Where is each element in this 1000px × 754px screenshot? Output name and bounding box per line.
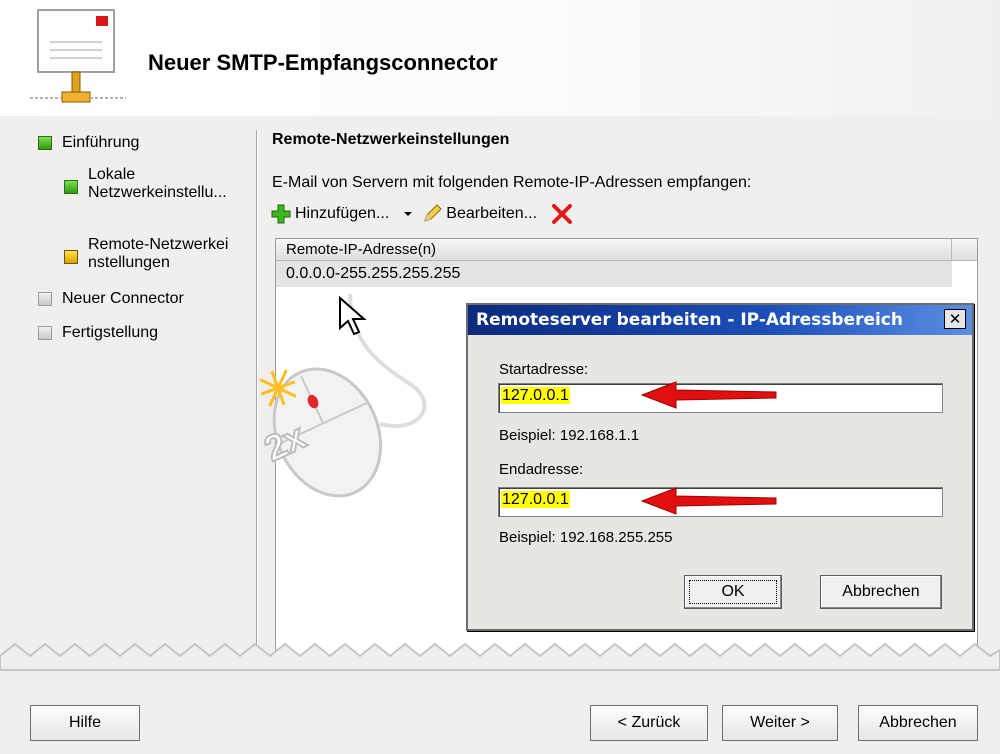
start-address-value: 127.0.0.1 <box>501 387 570 404</box>
dialog-cancel-button[interactable]: Abbrechen <box>820 575 942 609</box>
address-toolbar: Hinzufügen... Bearbeiten... <box>270 200 575 228</box>
mouse-double-click-icon: 2x <box>257 293 427 498</box>
ok-button-label: OK <box>689 580 777 604</box>
wizard-header: Neuer SMTP-Empfangsconnector <box>0 0 1000 116</box>
end-address-value: 127.0.0.1 <box>501 491 570 508</box>
ok-button[interactable]: OK <box>684 575 782 609</box>
torn-edge-divider <box>0 642 1000 670</box>
pending-step-icon <box>38 292 52 306</box>
nav-item-neuer-connector[interactable]: Neuer Connector <box>38 290 184 308</box>
back-button[interactable]: < Zurück <box>590 705 708 741</box>
add-button[interactable]: Hinzufügen... <box>270 203 389 225</box>
completed-step-icon <box>64 180 78 194</box>
wizard-title: Neuer SMTP-Empfangsconnector <box>148 50 498 75</box>
help-button[interactable]: Hilfe <box>30 705 140 741</box>
end-address-example: Beispiel: 192.168.255.255 <box>499 529 673 546</box>
plus-icon <box>271 204 291 224</box>
nav-item-fertigstellung[interactable]: Fertigstellung <box>38 324 158 342</box>
edit-button-label: Bearbeiten... <box>446 205 538 222</box>
pending-step-icon <box>38 326 52 340</box>
chevron-down-icon[interactable] <box>399 203 417 225</box>
edit-button[interactable]: Bearbeiten... <box>421 203 537 225</box>
smtp-connector-icon <box>30 9 126 103</box>
section-title: Remote-Netzwerkeinstellungen <box>272 131 510 148</box>
pencil-icon <box>424 204 442 222</box>
nav-item-label: Fertigstellung <box>62 324 159 341</box>
end-address-label: Endadresse: <box>499 461 584 478</box>
completed-step-icon <box>38 136 52 150</box>
grid-header-filler <box>952 239 977 260</box>
dialog-titlebar[interactable]: Remoteserver bearbeiten - IP-Adressberei… <box>468 305 972 335</box>
column-header-remote-ip[interactable]: Remote-IP-Adresse(n) <box>276 239 952 260</box>
wizard-footer: Hilfe < Zurück Weiter > Abbrechen <box>0 670 1000 754</box>
red-arrow-icon <box>640 381 777 409</box>
section-description: E-Mail von Servern mit folgenden Remote-… <box>272 174 752 191</box>
dialog-title: Remoteserver bearbeiten - IP-Adressberei… <box>476 310 903 330</box>
double-click-illustration: 2x <box>230 284 470 534</box>
nav-item-einfuehrung[interactable]: Einführung <box>38 134 139 152</box>
nav-item-remote-netzwerkeinstellungen[interactable]: Remote-Netzwerkei nstellungen <box>64 236 254 272</box>
grid-header: Remote-IP-Adresse(n) <box>276 239 977 261</box>
cancel-button[interactable]: Abbrechen <box>858 705 978 741</box>
wizard-nav: Einführung Lokale Netzwerkeinstellu... R… <box>0 118 256 678</box>
current-step-icon <box>64 250 78 264</box>
red-arrow-icon <box>640 487 777 515</box>
next-button[interactable]: Weiter > <box>722 705 838 741</box>
edit-remote-server-dialog: Remoteserver bearbeiten - IP-Adressberei… <box>466 303 974 631</box>
close-icon[interactable]: ✕ <box>944 309 966 329</box>
nav-item-label: Neuer Connector <box>62 290 184 307</box>
nav-item-label: Lokale Netzwerkeinstellu... <box>88 166 227 201</box>
start-address-label: Startadresse: <box>499 361 589 378</box>
add-button-label: Hinzufügen... <box>295 205 390 222</box>
nav-item-lokale-netzwerkeinstellungen[interactable]: Lokale Netzwerkeinstellu... <box>64 166 254 202</box>
start-address-example: Beispiel: 192.168.1.1 <box>499 427 640 444</box>
delete-icon[interactable] <box>549 203 575 225</box>
nav-item-label: Einführung <box>62 134 140 151</box>
nav-item-label: Remote-Netzwerkei nstellungen <box>88 236 229 271</box>
